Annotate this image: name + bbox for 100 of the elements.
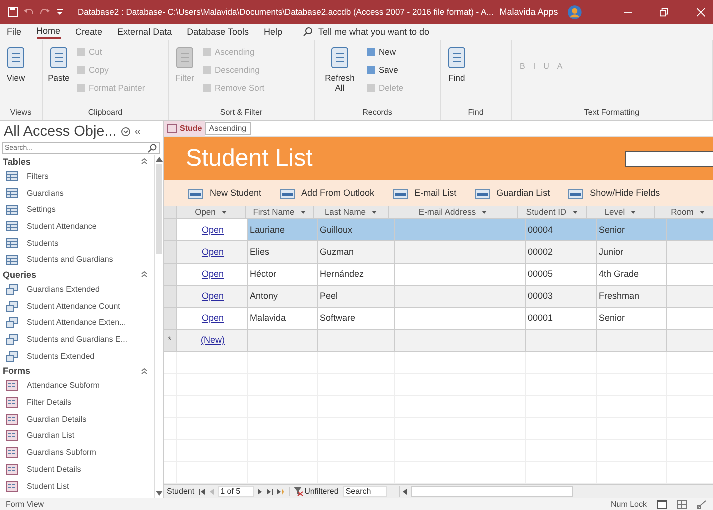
restore-icon[interactable] bbox=[660, 8, 669, 16]
open-link[interactable]: Open bbox=[202, 269, 224, 280]
table-row[interactable]: Open Lauriane Guilloux 00004 Senior bbox=[164, 219, 713, 242]
sort-caret-icon[interactable] bbox=[222, 210, 227, 214]
close-icon[interactable] bbox=[696, 8, 706, 16]
new-record-icon[interactable] bbox=[276, 488, 285, 494]
dropdown-icon[interactable] bbox=[120, 127, 131, 137]
ribbon-button[interactable]: View bbox=[5, 42, 27, 106]
search-field[interactable]: Search bbox=[342, 486, 387, 497]
navigation-item[interactable]: Student Attendance bbox=[27, 222, 97, 231]
tell-me-field[interactable]: Tell me what you want to do bbox=[318, 27, 430, 37]
navigation-item[interactable]: Settings bbox=[27, 205, 56, 214]
scroll-left-icon[interactable] bbox=[402, 488, 407, 494]
navigation-item[interactable]: Student Attendance Count bbox=[27, 302, 120, 311]
collapse-icon[interactable] bbox=[141, 271, 148, 278]
form-view-icon[interactable] bbox=[657, 500, 667, 508]
ribbon-button[interactable]: Find bbox=[446, 42, 468, 106]
navigation-item[interactable]: Guardians Subform bbox=[27, 448, 96, 458]
table-cell: Junior bbox=[599, 247, 624, 257]
collapse-icon[interactable] bbox=[141, 158, 148, 165]
user-name[interactable]: Malavida Apps bbox=[500, 7, 558, 17]
first-record-icon[interactable] bbox=[198, 488, 205, 494]
open-link[interactable]: Open bbox=[202, 291, 224, 302]
datasheet-view-icon[interactable] bbox=[677, 500, 687, 508]
action-link[interactable]: New Student bbox=[210, 188, 262, 198]
avatar-icon[interactable] bbox=[568, 4, 582, 20]
ribbon-button[interactable]: Save bbox=[366, 62, 404, 78]
navigation-item[interactable]: Guardians Extended bbox=[27, 284, 100, 294]
scroll-down-icon[interactable] bbox=[156, 491, 162, 496]
sort-caret-icon[interactable] bbox=[372, 210, 378, 214]
navigation-item[interactable]: Guardian List bbox=[27, 431, 75, 440]
menu-tab[interactable]: Help bbox=[264, 26, 282, 38]
sort-caret-icon[interactable] bbox=[482, 210, 488, 214]
table-row[interactable]: Open Elies Guzman 00002 Junior bbox=[164, 241, 713, 264]
ribbon-button[interactable]: Refresh All bbox=[320, 42, 360, 106]
action-link[interactable]: Guardian List bbox=[496, 188, 550, 198]
sort-caret-icon[interactable] bbox=[631, 210, 636, 214]
scrollbar[interactable] bbox=[154, 155, 163, 498]
customize-icon[interactable] bbox=[56, 8, 64, 16]
navigation-item[interactable]: Student List bbox=[27, 482, 70, 491]
search-field[interactable] bbox=[625, 150, 713, 166]
command-icon bbox=[174, 46, 196, 70]
action-link[interactable]: Show/Hide Fields bbox=[590, 188, 660, 198]
record-position-field[interactable]: 1 of 5 bbox=[218, 486, 254, 497]
menu-tab[interactable]: Database Tools bbox=[187, 26, 249, 38]
navigation-item[interactable]: Students Extended bbox=[27, 352, 95, 361]
collapse-icon[interactable] bbox=[141, 368, 148, 375]
navigation-item[interactable]: Students and Guardians E... bbox=[27, 335, 128, 344]
collapse-button[interactable]: « bbox=[134, 126, 141, 138]
next-record-icon[interactable] bbox=[258, 488, 263, 494]
navigation-item[interactable]: Student Attendance Exten... bbox=[27, 318, 126, 328]
column-header[interactable]: E-mail Address bbox=[389, 206, 518, 218]
table-row[interactable]: Open Malavida Software 00001 Senior bbox=[164, 308, 713, 330]
navigation-item[interactable]: Guardian Details bbox=[27, 414, 87, 424]
menu-tab[interactable]: Create bbox=[76, 26, 103, 38]
ribbon-button[interactable]: Paste bbox=[48, 42, 70, 106]
table-cell: Guilloux bbox=[320, 224, 353, 235]
column-header[interactable]: Last Name bbox=[314, 206, 389, 218]
navigation-item[interactable]: Student Details bbox=[27, 464, 82, 474]
document-tab[interactable]: Stude bbox=[164, 121, 206, 136]
save-icon[interactable] bbox=[8, 7, 18, 17]
navigation-item[interactable]: Students bbox=[27, 238, 59, 248]
last-record-icon[interactable] bbox=[266, 488, 273, 494]
ribbon-button[interactable]: New bbox=[366, 44, 404, 60]
navigation-item[interactable]: Filters bbox=[27, 172, 49, 181]
column-header[interactable]: First Name bbox=[246, 206, 314, 218]
action-link[interactable]: E-mail List bbox=[414, 188, 457, 198]
navigation-item[interactable]: Attendance Subform bbox=[27, 381, 100, 390]
group-header[interactable]: Queries bbox=[3, 270, 37, 280]
column-header[interactable]: Level bbox=[587, 206, 655, 218]
column-header[interactable]: Student ID bbox=[518, 206, 587, 218]
sort-caret-icon[interactable] bbox=[300, 210, 306, 214]
navigation-item[interactable]: Guardians bbox=[27, 188, 64, 198]
open-link[interactable]: Open bbox=[202, 224, 224, 235]
form-icon bbox=[6, 380, 18, 392]
column-header[interactable]: Open bbox=[177, 206, 246, 218]
column-header[interactable]: Room bbox=[655, 206, 713, 218]
new-link[interactable]: (New) bbox=[201, 335, 225, 346]
undo-icon[interactable] bbox=[24, 8, 34, 16]
navigation-item[interactable]: Students and Guardians bbox=[27, 255, 114, 264]
filter-icon bbox=[294, 487, 303, 496]
record-label: Student bbox=[167, 487, 195, 496]
table-row[interactable]: Open Héctor Hernández 00005 4th Grade bbox=[164, 264, 713, 286]
sort-caret-icon[interactable] bbox=[700, 210, 705, 214]
navigation-item[interactable]: Filter Details bbox=[27, 398, 72, 408]
group-header[interactable]: Tables bbox=[3, 156, 31, 166]
design-view-icon[interactable] bbox=[697, 500, 707, 508]
sort-caret-icon[interactable] bbox=[572, 210, 578, 214]
redo-icon[interactable] bbox=[40, 8, 50, 16]
table-cell: 00003 bbox=[528, 291, 554, 302]
open-link[interactable]: Open bbox=[202, 313, 224, 324]
tooltip: Ascending bbox=[205, 122, 251, 135]
open-link[interactable]: Open bbox=[202, 247, 224, 257]
menu-tab[interactable]: File bbox=[7, 26, 22, 38]
action-link[interactable]: Add From Outlook bbox=[302, 188, 375, 198]
group-header[interactable]: Forms bbox=[3, 366, 31, 376]
scroll-up-icon[interactable] bbox=[156, 157, 162, 162]
filter-button[interactable]: Unfiltered bbox=[288, 487, 339, 496]
table-row[interactable]: Open Antony Peel 00003 Freshman bbox=[164, 286, 713, 308]
menu-tab[interactable]: External Data bbox=[118, 26, 172, 38]
